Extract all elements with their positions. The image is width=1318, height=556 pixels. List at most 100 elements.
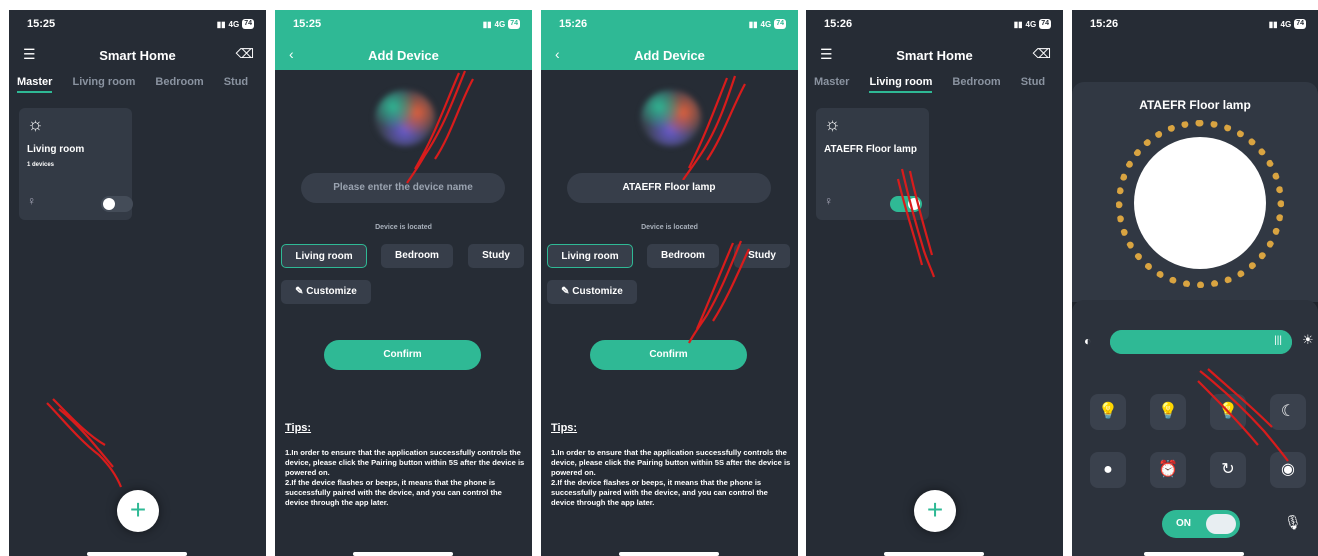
status-time: 15:25: [293, 18, 322, 30]
phone-screen-add-device-filled: 15:26 ▮▮ 4G 74 ‹ Add Device ATAEFR Floor l…: [541, 10, 798, 556]
device-card-floor-lamp[interactable]: ☼ ATAEFR Floor lamp ♀: [816, 108, 929, 220]
pointer-hand-annotation: [46, 398, 123, 488]
home-indicator: [619, 552, 719, 556]
status-time: 15:25: [27, 18, 56, 30]
slider-handle[interactable]: |||: [1274, 335, 1282, 346]
add-device-button[interactable]: +: [117, 490, 159, 532]
brightness-slider[interactable]: |||: [1110, 330, 1292, 354]
signal-indicator: ▮▮ 4G 74: [1268, 19, 1306, 29]
header-bar: 15:25 ▮▮ 4G 74 ‹ Add Device: [275, 10, 532, 70]
status-bar: 15:25 ▮▮ 4G 74: [9, 10, 266, 36]
signal-indicator: ▮▮ 4G 74: [1013, 19, 1051, 29]
status-bar: 15:26 ▮▮ 4G 74: [1072, 10, 1318, 36]
room-chip-study[interactable]: Study: [468, 244, 524, 268]
room-chip-bedroom[interactable]: Bedroom: [647, 244, 719, 268]
tab-living-room[interactable]: Living room: [72, 76, 135, 93]
room-chip-bedroom[interactable]: Bedroom: [381, 244, 453, 268]
room-card-title: Living room: [27, 144, 85, 155]
customize-label: Customize: [572, 286, 623, 297]
mode-bulb-bright-icon[interactable]: 💡: [1090, 394, 1126, 430]
bulb-icon: ☼: [824, 114, 841, 134]
phone-screen-lamp-control: 15:26 ▮▮ 4G 74 ATAEFR Floor lamp ◐ ||| ☀ 💡…: [1072, 10, 1318, 556]
room-chip-living-room[interactable]: Living room: [281, 244, 367, 268]
phone-screen-home-master: 15:25 ▮▮ 4G 74 ☰ Smart Home ⌫ Master Livin…: [9, 10, 266, 556]
tips-text: 1.In order to ensure that the applicatio…: [551, 448, 791, 507]
bulb-icon[interactable]: ●: [1090, 452, 1126, 488]
tips-title: Tips:: [285, 422, 312, 434]
location-label: Device is located: [641, 224, 698, 231]
pairing-icon[interactable]: ◉: [1270, 452, 1306, 488]
tips-title: Tips:: [551, 422, 578, 434]
room-card-living-room[interactable]: ☼ Living room 1 devices ♀: [19, 108, 133, 220]
phone-screen-add-device-empty: 15:25 ▮▮ 4G 74 ‹ Add Device Please enter t…: [275, 10, 532, 556]
network-label: 4G: [1025, 19, 1037, 29]
power-switch-label: ON: [1176, 518, 1191, 529]
color-temperature-dial[interactable]: [1134, 137, 1266, 269]
room-chip-living-room[interactable]: Living room: [547, 244, 633, 268]
battery-icon: 74: [1294, 19, 1306, 29]
page-title: Add Device: [634, 48, 705, 63]
page-title: Smart Home: [896, 48, 973, 63]
location-label: Device is located: [375, 224, 432, 231]
battery-icon: 74: [774, 19, 786, 29]
battery-icon: 74: [1039, 19, 1051, 29]
lightbulb-icon: ♀: [27, 194, 36, 208]
confirm-button[interactable]: Confirm: [324, 340, 481, 370]
rhythm-icon[interactable]: ↻: [1210, 452, 1246, 488]
room-chip-study[interactable]: Study: [734, 244, 790, 268]
tab-bedroom[interactable]: Bedroom: [952, 76, 1000, 93]
tab-master[interactable]: Master: [17, 76, 53, 93]
device-name-input[interactable]: Please enter the device name: [301, 173, 505, 203]
bulb-icon: ☼: [27, 114, 44, 134]
add-device-button[interactable]: +: [914, 490, 956, 532]
mic-icon[interactable]: 🎙: [1284, 514, 1302, 531]
brightness-low-icon: ◐: [1084, 334, 1092, 348]
room-tabs: Master Living room Bedroom Stud: [17, 76, 248, 93]
network-label: 4G: [760, 19, 772, 29]
brightness-fill: [1110, 330, 1292, 354]
tab-master[interactable]: Master: [814, 76, 849, 93]
customize-button[interactable]: ✎ Customize: [547, 280, 637, 304]
battery-icon: 74: [242, 19, 254, 29]
phone-screen-home-living-room: 15:26 ▮▮ 4G 74 ☰ Smart Home ⌫ Master Livin…: [806, 10, 1063, 556]
header-bar: 15:26 ▮▮ 4G 74 ‹ Add Device: [541, 10, 798, 70]
tab-bedroom[interactable]: Bedroom: [155, 76, 203, 93]
device-name-input[interactable]: ATAEFR Floor lamp: [567, 173, 771, 203]
signal-indicator: ▮▮ 4G 74: [482, 19, 520, 29]
tutorial-strip: 15:25 ▮▮ 4G 74 ☰ Smart Home ⌫ Master Livin…: [0, 0, 1318, 556]
customize-button[interactable]: ✎ Customize: [281, 280, 371, 304]
tips-text: 1.In order to ensure that the applicatio…: [285, 448, 525, 507]
status-bar: 15:25 ▮▮ 4G 74: [275, 10, 532, 36]
signal-indicator: ▮▮ 4G 74: [216, 19, 254, 29]
device-image: [375, 90, 435, 146]
tab-study[interactable]: Stud: [224, 76, 248, 93]
power-switch-knob: [1206, 514, 1236, 534]
tab-study[interactable]: Stud: [1021, 76, 1045, 93]
confirm-button[interactable]: Confirm: [590, 340, 747, 370]
battery-icon: 74: [508, 19, 520, 29]
lightbulb-icon: ♀: [824, 194, 833, 208]
lamp-title: ATAEFR Floor lamp: [1139, 98, 1251, 112]
mode-bulb-dim-icon[interactable]: 💡: [1210, 394, 1246, 430]
room-tabs: Master Living room Bedroom Stud: [814, 76, 1045, 93]
customize-label: Customize: [306, 286, 357, 297]
home-indicator: [353, 552, 453, 556]
edit-icon: ✎: [561, 286, 573, 297]
page-title: Add Device: [368, 48, 439, 63]
alarm-icon[interactable]: ⏰: [1150, 452, 1186, 488]
network-label: 4G: [1280, 19, 1292, 29]
status-bar: 15:26 ▮▮ 4G 74: [541, 10, 798, 36]
status-time: 15:26: [824, 18, 853, 30]
power-switch[interactable]: ON: [1162, 510, 1240, 538]
network-label: 4G: [228, 19, 240, 29]
home-indicator: [87, 552, 187, 556]
eraser-icon[interactable]: ⌫: [236, 46, 254, 62]
lamp-dial-panel: ATAEFR Floor lamp: [1072, 82, 1318, 302]
mode-bulb-warm-icon[interactable]: 💡: [1150, 394, 1186, 430]
power-toggle[interactable]: [101, 196, 133, 212]
device-card-title: ATAEFR Floor lamp: [824, 144, 917, 155]
tab-living-room[interactable]: Living room: [869, 76, 933, 93]
moon-icon[interactable]: ☾: [1270, 394, 1306, 430]
power-toggle[interactable]: [890, 196, 922, 212]
eraser-icon[interactable]: ⌫: [1033, 46, 1051, 62]
